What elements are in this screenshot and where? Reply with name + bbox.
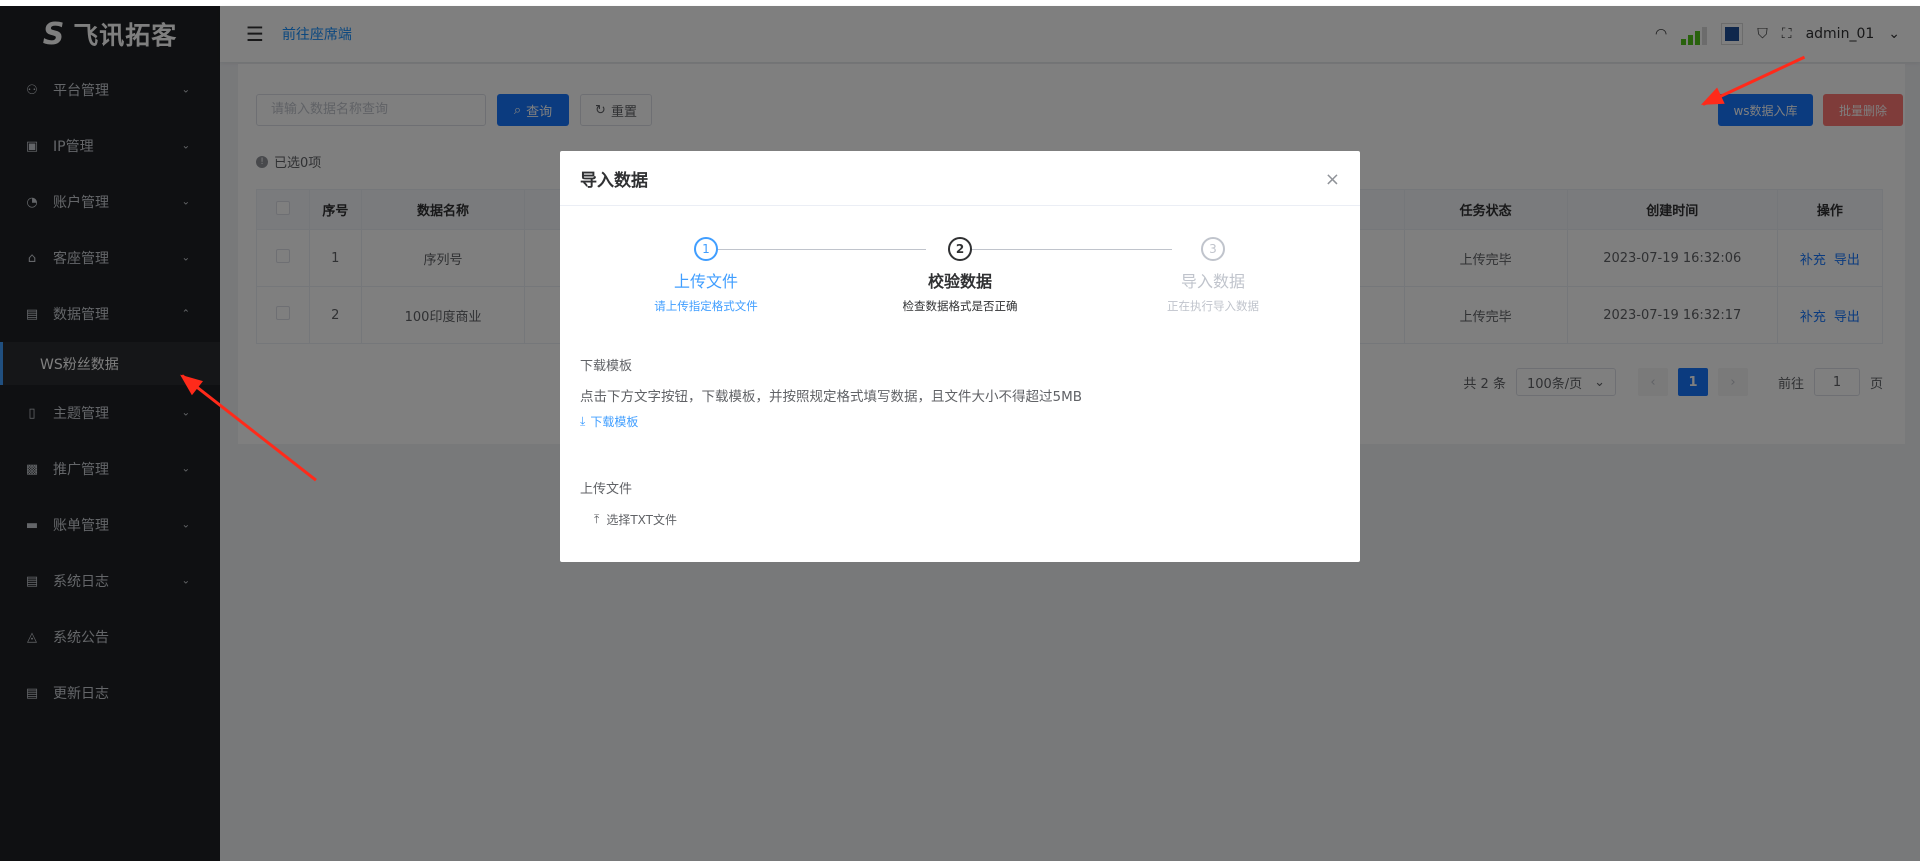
download-template-link[interactable]: ⤓ 下载模板 bbox=[580, 413, 1340, 430]
import-data-dialog: 导入数据 × 1 上传文件 请上传指定格式文件 2 校验数据 检查数据格式是否正… bbox=[560, 151, 1360, 562]
import-steps: 1 上传文件 请上传指定格式文件 2 校验数据 检查数据格式是否正确 3 导入数… bbox=[560, 237, 1360, 317]
step-number: 3 bbox=[1201, 237, 1225, 261]
dialog-title: 导入数据 bbox=[560, 151, 1360, 206]
step-number: 1 bbox=[694, 237, 718, 261]
step-connector bbox=[960, 249, 1172, 250]
close-icon[interactable]: × bbox=[1325, 169, 1340, 190]
step-number: 2 bbox=[948, 237, 972, 261]
select-txt-file-label: 选择TXT文件 bbox=[606, 513, 677, 527]
step-connector bbox=[706, 249, 926, 250]
step-title: 上传文件 bbox=[673, 272, 738, 291]
step-title: 校验数据 bbox=[927, 272, 992, 291]
upload-icon: ⤒ bbox=[594, 512, 600, 526]
step-desc: 检查数据格式是否正确 bbox=[902, 299, 1018, 313]
step-title: 导入数据 bbox=[1180, 272, 1245, 291]
select-txt-file-button[interactable]: ⤒ 选择TXT文件 bbox=[594, 511, 1340, 528]
template-note: 点击下方文字按钮，下载模板，并按照规定格式填写数据，且文件大小不得超过5MB bbox=[580, 389, 1082, 405]
download-icon: ⤓ bbox=[580, 414, 586, 428]
step-desc: 请上传指定格式文件 bbox=[654, 299, 758, 313]
upload-section-label: 上传文件 bbox=[580, 482, 633, 497]
template-section-label: 下载模板 bbox=[580, 359, 633, 374]
dialog-body: 下载模板 点击下方文字按钮，下载模板，并按照规定格式填写数据，且文件大小不得超过… bbox=[580, 355, 1340, 528]
step-desc: 正在执行导入数据 bbox=[1167, 299, 1259, 313]
download-template-label: 下载模板 bbox=[590, 415, 639, 429]
